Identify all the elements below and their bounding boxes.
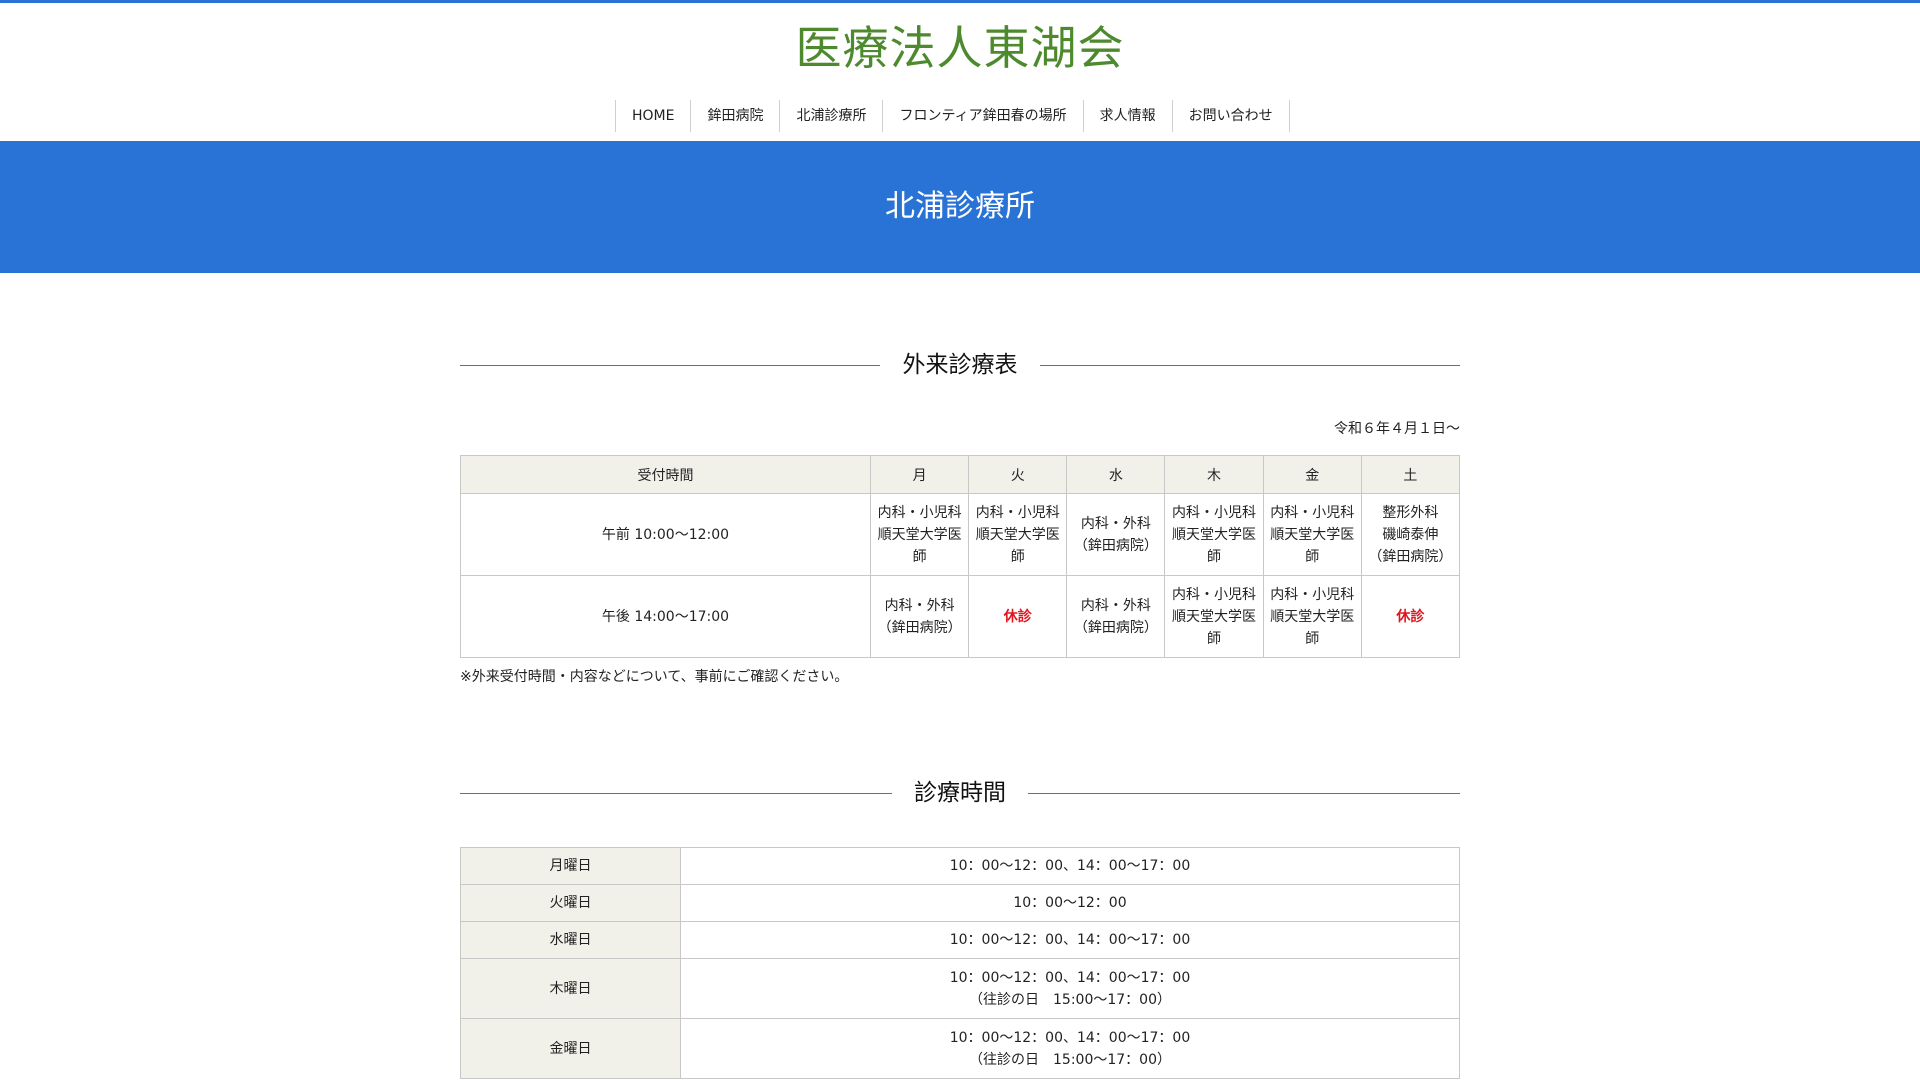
table-cell: 内科・小児科 順天堂大学医 師	[1262, 575, 1362, 658]
table-cell: 整形外科 磯崎泰伸 （鉾田病院）	[1360, 493, 1461, 576]
table-header-row: 受付時間 月 火 水 木 金 土	[460, 455, 1461, 494]
table-row: 水曜日 10：00～12：00、14：00～17：00	[460, 921, 1460, 959]
table-row: 午前 10:00～12:00 内科・小児科 順天堂大学医 師 内科・小児科 順天…	[460, 493, 1461, 576]
table-cell: 内科・小児科 順天堂大学医 師	[869, 493, 970, 576]
table-cell: 内科・外科 （鉾田病院）	[869, 575, 970, 658]
table-row: 月曜日 10：00～12：00、14：00～17：00	[460, 847, 1460, 885]
nav-frontier[interactable]: フロンティア鉾田春の場所	[883, 100, 1084, 132]
hours-value: 10：00～12：00、14：00～17：00 （往診の日 15:00～17：0…	[680, 1018, 1460, 1079]
table-cell: 内科・外科 （鉾田病院）	[1066, 575, 1166, 658]
table-cell: 内科・外科 （鉾田病院）	[1066, 493, 1166, 576]
page-hero-banner: 北浦診療所	[0, 141, 1920, 273]
col-header-reception: 受付時間	[460, 455, 871, 494]
hours-value: 10：00～12：00、14：00～17：00	[680, 921, 1460, 959]
table-row: 木曜日 10：00～12：00、14：00～17：00 （往診の日 15:00～…	[460, 958, 1460, 1019]
table-cell: 内科・小児科 順天堂大学医 師	[1164, 493, 1264, 576]
table-row: 午後 14:00～17:00 内科・外科 （鉾田病院） 休診 内科・外科 （鉾田…	[460, 575, 1461, 658]
nav-hokota-hospital[interactable]: 鉾田病院	[691, 100, 781, 132]
schedule-footnote: ※外来受付時間・内容などについて、事前にご確認ください。	[460, 669, 849, 685]
table-cell: 内科・小児科 順天堂大学医 師	[1164, 575, 1264, 658]
table-cell: 内科・小児科 順天堂大学医 師	[968, 493, 1068, 576]
page-title: 北浦診療所	[885, 189, 1035, 224]
consultation-hours-table: 月曜日 10：00～12：00、14：00～17：00 火曜日 10：00～12…	[460, 847, 1460, 1079]
nav-contact[interactable]: お問い合わせ	[1173, 100, 1290, 132]
top-accent-bar	[0, 0, 1920, 3]
outpatient-schedule-table: 受付時間 月 火 水 木 金 土 午前 10:00～12:00 内科・小児科 順…	[460, 455, 1461, 658]
main-nav: HOME 鉾田病院 北浦診療所 フロンティア鉾田春の場所 求人情報 お問い合わせ	[615, 100, 1290, 132]
site-logo[interactable]: 医療法人東湖会	[0, 18, 1920, 78]
day-label: 木曜日	[460, 958, 681, 1019]
row-time-morning: 午前 10:00～12:00	[460, 493, 871, 576]
day-label: 火曜日	[460, 884, 681, 922]
nav-home[interactable]: HOME	[616, 100, 692, 132]
col-header-tue: 火	[968, 455, 1068, 494]
col-header-wed: 水	[1066, 455, 1166, 494]
hours-value: 10：00～12：00、14：00～17：00 （往診の日 15:00～17：0…	[680, 958, 1460, 1019]
table-row: 火曜日 10：00～12：00	[460, 884, 1460, 922]
heading-rule-right	[1028, 793, 1460, 794]
col-header-thu: 木	[1164, 455, 1264, 494]
nav-kitaura-clinic[interactable]: 北浦診療所	[780, 100, 884, 132]
hours-heading: 診療時間	[460, 773, 1460, 813]
day-label: 月曜日	[460, 847, 681, 885]
table-row: 金曜日 10：00～12：00、14：00～17：00 （往診の日 15:00～…	[460, 1018, 1460, 1079]
col-header-sat: 土	[1360, 455, 1461, 494]
day-label: 金曜日	[460, 1018, 681, 1079]
table-cell: 内科・小児科 順天堂大学医 師	[1262, 493, 1362, 576]
col-header-fri: 金	[1262, 455, 1362, 494]
col-header-mon: 月	[869, 455, 970, 494]
nav-recruit[interactable]: 求人情報	[1084, 100, 1173, 132]
heading-rule-right	[1040, 365, 1460, 366]
hours-value: 10：00～12：00、14：00～17：00	[680, 847, 1460, 885]
effective-date: 令和６年４月１日～	[1334, 421, 1460, 437]
row-time-afternoon: 午後 14:00～17:00	[460, 575, 871, 658]
day-label: 水曜日	[460, 921, 681, 959]
closed-cell: 休診	[1360, 575, 1461, 658]
schedule-heading: 外来診療表	[460, 345, 1460, 385]
closed-cell: 休診	[968, 575, 1068, 658]
hours-value: 10：00～12：00	[680, 884, 1460, 922]
